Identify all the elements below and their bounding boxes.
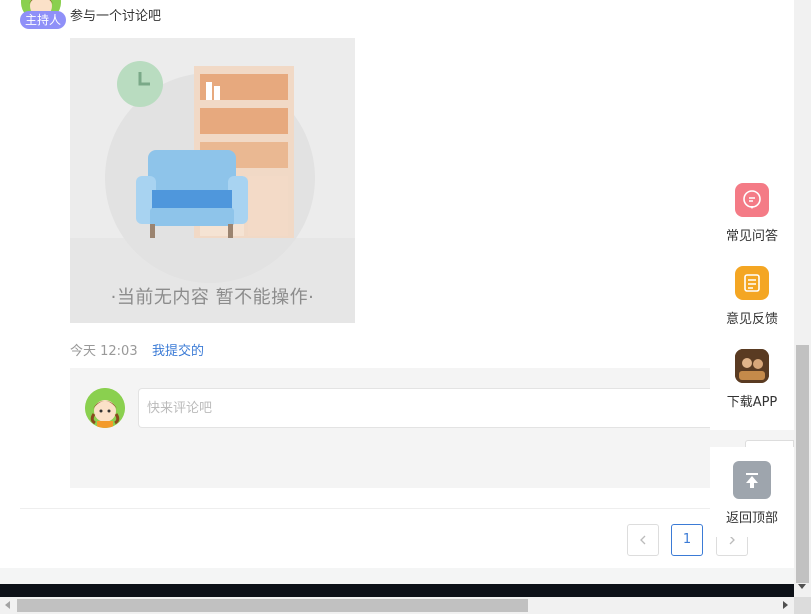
faq-button[interactable]: 常见问答 — [710, 183, 794, 244]
scroll-left-arrow-icon[interactable] — [5, 601, 10, 609]
back-to-top-panel: 返回顶部 — [710, 447, 794, 537]
topic-text: 参与一个讨论吧 — [70, 9, 162, 24]
vertical-scrollbar[interactable] — [794, 0, 811, 597]
arrow-up-icon — [733, 461, 771, 499]
horizontal-scroll-thumb[interactable] — [17, 599, 528, 612]
comment-area — [70, 368, 794, 488]
empty-state-text: ·当前无内容 暂不能操作· — [110, 287, 315, 308]
back-to-top-button[interactable]: 返回顶部 — [710, 461, 794, 526]
post-card: 主持人 参与一个讨论吧 ·当前无内容 暂不能操作· 今天 12:03 我提交的 … — [0, 0, 794, 568]
empty-state-image: ·当前无内容 暂不能操作· — [70, 38, 355, 323]
chevron-left-icon — [640, 535, 646, 545]
chat-bubble-icon — [735, 183, 769, 217]
page: 主持人 参与一个讨论吧 ·当前无内容 暂不能操作· 今天 12:03 我提交的 … — [0, 0, 794, 597]
faq-label: 常见问答 — [725, 229, 778, 244]
user-avatar[interactable] — [85, 388, 125, 428]
comment-input[interactable] — [138, 388, 794, 428]
my-submission-link[interactable]: 我提交的 — [152, 340, 204, 359]
vertical-scroll-thumb[interactable] — [796, 345, 809, 583]
host-badge: 主持人 — [20, 11, 66, 29]
scroll-right-arrow-icon[interactable] — [783, 601, 788, 609]
feedback-button[interactable]: 意见反馈 — [710, 266, 794, 327]
post-time: 今天 12:03 — [70, 344, 138, 359]
page-footer — [0, 584, 794, 597]
feedback-label: 意见反馈 — [725, 312, 778, 327]
pagination-prev-button[interactable] — [627, 524, 659, 556]
horizontal-scrollbar[interactable] — [0, 597, 794, 614]
download-app-label: 下载APP — [726, 395, 778, 410]
feedback-icon — [735, 266, 769, 300]
download-app-button[interactable]: 下载APP — [710, 349, 794, 410]
app-icon — [735, 349, 769, 383]
back-to-top-label: 返回顶部 — [725, 511, 778, 526]
divider — [20, 508, 794, 509]
scroll-down-arrow-icon[interactable] — [798, 584, 806, 589]
scrollbar-corner — [794, 597, 811, 614]
empty-room-illustration — [70, 38, 355, 323]
side-toolbar: 常见问答 意见反馈 下载APP — [710, 168, 794, 430]
pagination-page-1[interactable]: 1 — [671, 524, 703, 556]
